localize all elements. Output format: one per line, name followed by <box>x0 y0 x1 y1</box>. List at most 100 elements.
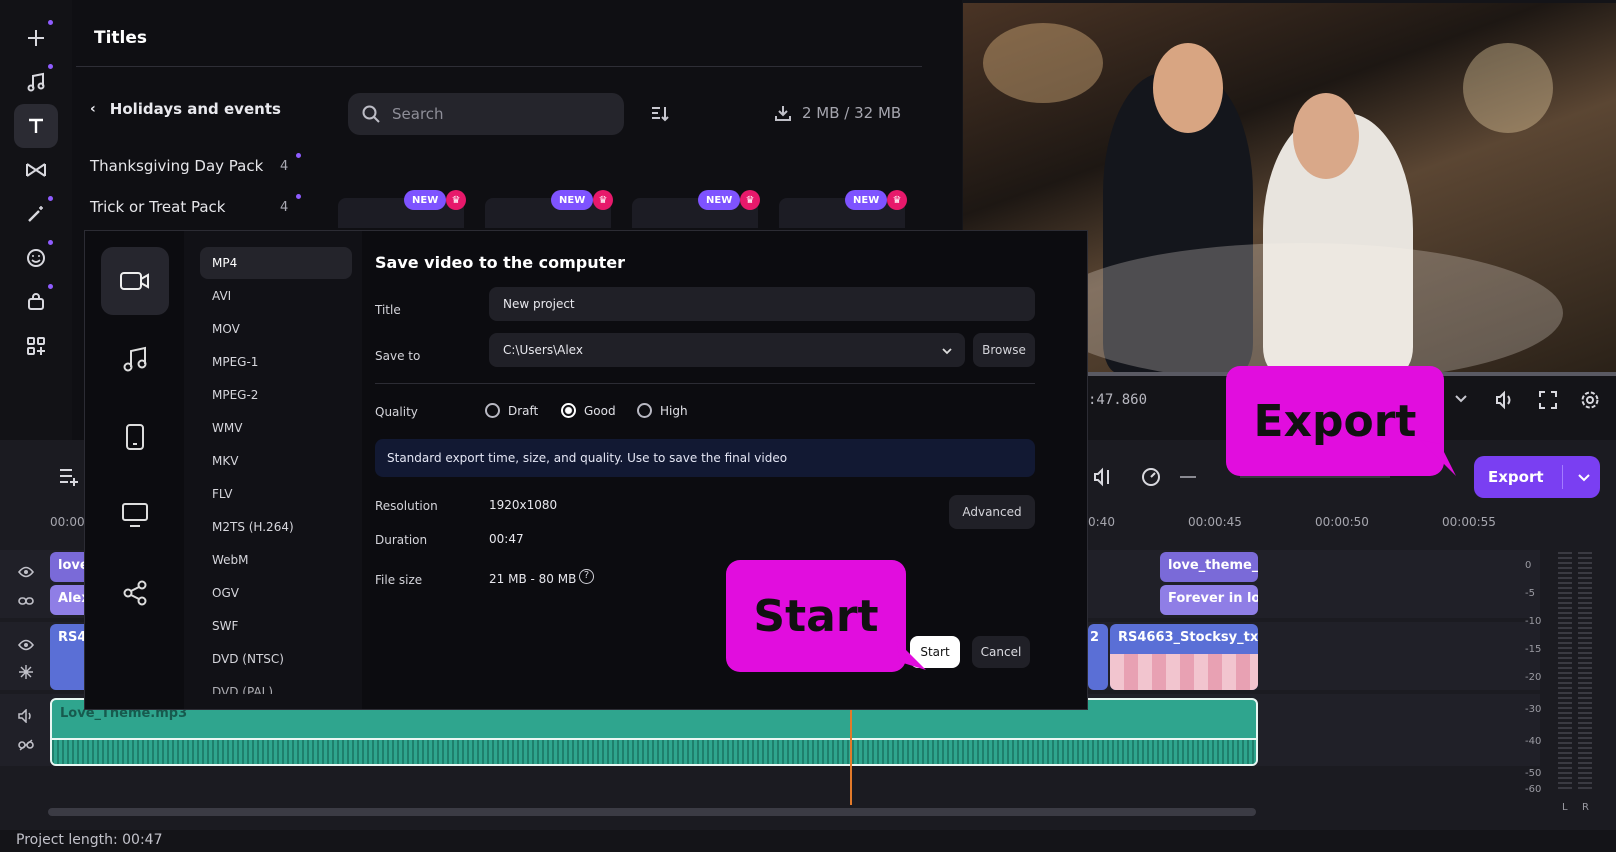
monitor-icon <box>122 503 148 527</box>
link-icon[interactable] <box>18 592 34 611</box>
format-option-webm[interactable]: WebM <box>200 544 352 576</box>
panel-title: Titles <box>94 28 148 48</box>
clip-thumbnails <box>1110 654 1258 690</box>
crown-icon: ♛ <box>593 190 613 210</box>
video-clip[interactable]: RS4663_Stocksy_txpc2 <box>1110 624 1258 690</box>
new-badge: NEW <box>845 190 888 210</box>
callout-text: Start <box>753 590 879 642</box>
store-tab-button[interactable] <box>14 280 58 324</box>
export-audio-button[interactable] <box>101 325 169 393</box>
cancel-button[interactable]: Cancel <box>972 636 1030 668</box>
meter-label: -15 <box>1525 644 1542 655</box>
add-media-button[interactable] <box>14 16 58 60</box>
format-option-mpeg-1[interactable]: MPEG-1 <box>200 346 352 378</box>
clip-label: 2 <box>1090 630 1100 645</box>
eye-icon[interactable] <box>17 636 35 655</box>
audio-waveform <box>52 740 1256 764</box>
chevron-down-icon[interactable] <box>1577 470 1591 484</box>
title-clip[interactable]: Forever in lov <box>1160 585 1258 615</box>
smiley-icon <box>27 249 45 267</box>
new-badge: NEW <box>551 190 594 210</box>
format-option-swf[interactable]: SWF <box>200 610 352 642</box>
storage-text: 2 MB / 32 MB <box>802 104 902 122</box>
effects-icon[interactable] <box>18 664 34 684</box>
ruler-tick-label: 00:00:55 <box>1442 515 1496 529</box>
fullscreen-button[interactable] <box>1538 390 1558 414</box>
meter-label: -10 <box>1525 616 1542 627</box>
clip-label: love_theme_e <box>1168 558 1258 573</box>
format-option-dvd-pal-[interactable]: DVD (PAL) <box>200 676 352 694</box>
speaker-icon <box>1496 390 1511 410</box>
format-option-m2ts-h-264-[interactable]: M2TS (H.264) <box>200 511 352 543</box>
storage-indicator: 2 MB / 32 MB <box>774 104 901 122</box>
crown-icon: ♛ <box>740 190 760 210</box>
export-to-computer-button[interactable] <box>101 247 169 315</box>
advanced-button[interactable]: Advanced <box>949 495 1035 529</box>
share-online-button[interactable] <box>101 559 169 627</box>
category-back-button[interactable]: ‹ Holidays and events <box>90 100 281 118</box>
format-option-ogv[interactable]: OGV <box>200 577 352 609</box>
start-callout: Start <box>726 560 906 672</box>
volume-button[interactable] <box>1494 390 1514 414</box>
format-option-avi[interactable]: AVI <box>200 280 352 312</box>
file-size-value: 21 MB - 80 MB <box>489 572 577 586</box>
divider <box>375 383 1035 384</box>
filters-tab-button[interactable] <box>14 192 58 236</box>
ruler-tick-label: 00:00:45 <box>1188 515 1242 529</box>
browse-button[interactable]: Browse <box>973 333 1035 367</box>
chevron-down-icon[interactable] <box>1454 390 1468 409</box>
pack-count: 4 <box>280 159 289 174</box>
meter-label: -20 <box>1525 672 1542 683</box>
meter-label: -5 <box>1525 588 1535 599</box>
quality-label: Quality <box>375 405 418 419</box>
unlink-icon[interactable] <box>18 736 34 755</box>
transitions-tab-button[interactable] <box>14 148 58 192</box>
format-option-mp4[interactable]: MP4 <box>200 247 352 279</box>
chevron-down-icon <box>942 348 952 355</box>
video-camera-icon <box>120 272 149 290</box>
add-track-icon <box>60 469 78 486</box>
more-tools-button[interactable] <box>14 324 58 368</box>
title-input[interactable]: New project <box>489 287 1035 321</box>
export-tv-button[interactable] <box>101 481 169 549</box>
grid-plus-icon <box>27 337 45 355</box>
music-tab-button[interactable] <box>14 60 58 104</box>
format-option-flv[interactable]: FLV <box>200 478 352 510</box>
export-destination-sidebar <box>85 231 184 709</box>
zoom-slider[interactable] <box>1240 476 1390 478</box>
title-clip[interactable]: love_theme_e <box>1160 552 1258 582</box>
eye-icon[interactable] <box>17 563 35 582</box>
left-toolbar <box>0 0 72 440</box>
speaker-icon[interactable] <box>18 708 34 727</box>
ruler-tick-label: 0:40 <box>1088 515 1115 529</box>
format-option-mpeg-2[interactable]: MPEG-2 <box>200 379 352 411</box>
meter-channel-label: L <box>1562 802 1568 813</box>
pack-item[interactable]: Trick or Treat Pack 4 <box>90 194 301 216</box>
split-audio-button[interactable] <box>1092 466 1114 492</box>
search-input[interactable]: Search <box>348 93 624 135</box>
help-icon[interactable]: ? <box>579 569 594 584</box>
timeline-scrollbar[interactable] <box>48 808 1256 816</box>
zoom-out-icon[interactable] <box>1180 476 1196 478</box>
quality-radio-good[interactable]: Good <box>561 403 616 418</box>
save-to-select[interactable]: C:\Users\Alex <box>489 333 965 367</box>
format-option-wmv[interactable]: WMV <box>200 412 352 444</box>
stickers-tab-button[interactable] <box>14 236 58 280</box>
speed-button[interactable] <box>1140 466 1162 492</box>
format-option-mov[interactable]: MOV <box>200 313 352 345</box>
quality-radio-draft[interactable]: Draft <box>485 403 538 418</box>
export-button[interactable]: Export <box>1474 456 1600 498</box>
quality-radio-high[interactable]: High <box>637 403 688 418</box>
new-dot <box>296 194 301 199</box>
export-mobile-button[interactable] <box>101 403 169 471</box>
volume-line[interactable] <box>50 738 1258 740</box>
pack-item[interactable]: Thanksgiving Day Pack 4 <box>90 153 301 175</box>
settings-button[interactable] <box>1580 390 1600 414</box>
titles-tab-button[interactable] <box>14 104 58 148</box>
format-option-dvd-ntsc-[interactable]: DVD (NTSC) <box>200 643 352 675</box>
format-option-mkv[interactable]: MKV <box>200 445 352 477</box>
video-clip[interactable]: 2 <box>1088 624 1108 690</box>
sort-button[interactable] <box>650 104 670 128</box>
add-track-button[interactable] <box>58 466 80 490</box>
export-callout-pointer <box>1420 440 1456 476</box>
